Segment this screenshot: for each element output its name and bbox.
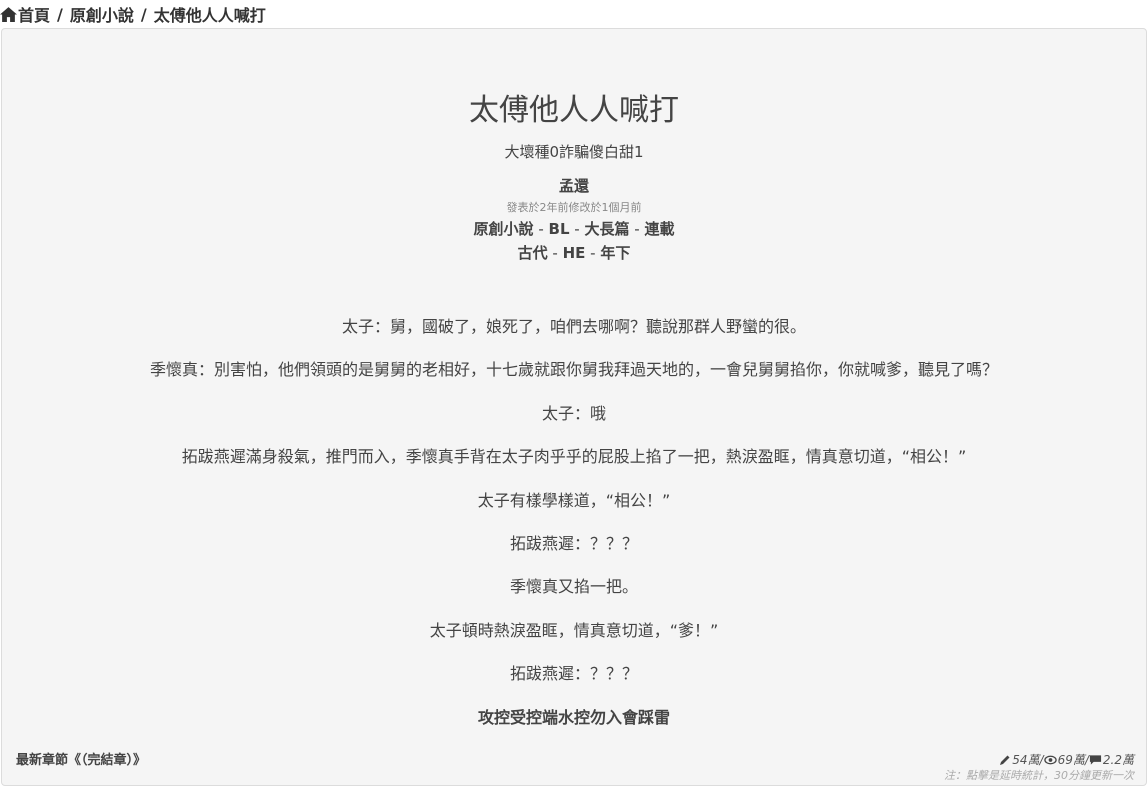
content-warning: 攻控受控端水控勿入會踩雷 <box>477 708 670 727</box>
tag-category[interactable]: 原創小說 <box>474 220 534 238</box>
summary-line: 季懷真又掐一把。 <box>509 577 638 596</box>
tag-separator: - <box>569 220 585 238</box>
pencil-icon <box>1000 755 1010 765</box>
latest-chapter-link[interactable]: 最新章節《（完結章）》 <box>16 749 146 768</box>
breadcrumb-home-link[interactable]: 首頁 <box>18 2 50 26</box>
novel-subtitle: 大壞種0詐騙傻白甜1 <box>504 143 644 161</box>
comment-count: 2.2萬 <box>1102 753 1134 767</box>
summary-line: 太子：哦 <box>541 404 606 423</box>
novel-title: 太傅他人人喊打 <box>469 93 679 128</box>
publish-dates: 發表於2年前修改於1個月前 <box>506 201 642 214</box>
summary-line: 拓跋燕遲：？？？ <box>509 534 638 553</box>
summary-line: 太子：舅，國破了，娘死了，咱們去哪啊？聽說那群人野蠻的很。 <box>341 317 806 336</box>
tag-row-secondary: 古代 - HE - 年下 <box>2 242 1146 263</box>
breadcrumb-separator: / <box>57 4 63 24</box>
eye-icon <box>1043 755 1057 764</box>
comment-icon <box>1089 754 1101 765</box>
summary-line: 太子有樣學樣道，“相公！” <box>477 491 671 510</box>
summary-line: 拓跋燕遲：？？？ <box>509 664 638 683</box>
word-count: 54萬 <box>1012 753 1040 767</box>
tag-separator: - <box>629 220 645 238</box>
tag-bl[interactable]: BL <box>549 220 570 238</box>
tag-status[interactable]: 連載 <box>644 220 674 238</box>
tag-age-gap[interactable]: 年下 <box>600 244 630 262</box>
summary-line: 太子頓時熱淚盈眶，情真意切道，“爹！” <box>429 621 719 640</box>
home-icon[interactable] <box>0 6 17 22</box>
novel-stats: 54萬/ 69萬/ 2.2萬 <box>999 751 1134 768</box>
tag-separator: - <box>533 220 549 238</box>
breadcrumb: 首頁 / 原創小說 / 太傅他人人喊打 <box>0 0 266 28</box>
tag-separator: - <box>547 244 563 262</box>
novel-info-panel: 太傅他人人喊打 大壞種0詐騙傻白甜1 孟還 發表於2年前修改於1個月前 原創小說… <box>1 28 1147 786</box>
author-link[interactable]: 孟還 <box>2 175 1146 196</box>
tag-separator: - <box>585 244 601 262</box>
view-count: 69萬 <box>1057 753 1085 767</box>
tag-row-primary: 原創小說 - BL - 大長篇 - 連載 <box>2 218 1146 239</box>
tag-length[interactable]: 大長篇 <box>584 220 629 238</box>
summary-line: 季懷真：別害怕，他們領頭的是舅舅的老相好，十七歲就跟你舅我拜過天地的，一會兒舅舅… <box>149 360 998 379</box>
breadcrumb-separator: / <box>140 4 147 24</box>
tag-ending[interactable]: HE <box>563 244 586 262</box>
breadcrumb-category-link[interactable]: 原創小說 <box>70 2 134 26</box>
breadcrumb-current: 太傅他人人喊打 <box>153 6 266 25</box>
tag-era[interactable]: 古代 <box>518 244 548 262</box>
summary-line: 拓跋燕遲滿身殺氣，推門而入，季懷真手背在太子肉乎乎的屁股上掐了一把，熱淚盈眶，情… <box>181 447 967 466</box>
stats-note: 注：點擊是延時統計，30分鐘更新一次 <box>944 769 1134 782</box>
